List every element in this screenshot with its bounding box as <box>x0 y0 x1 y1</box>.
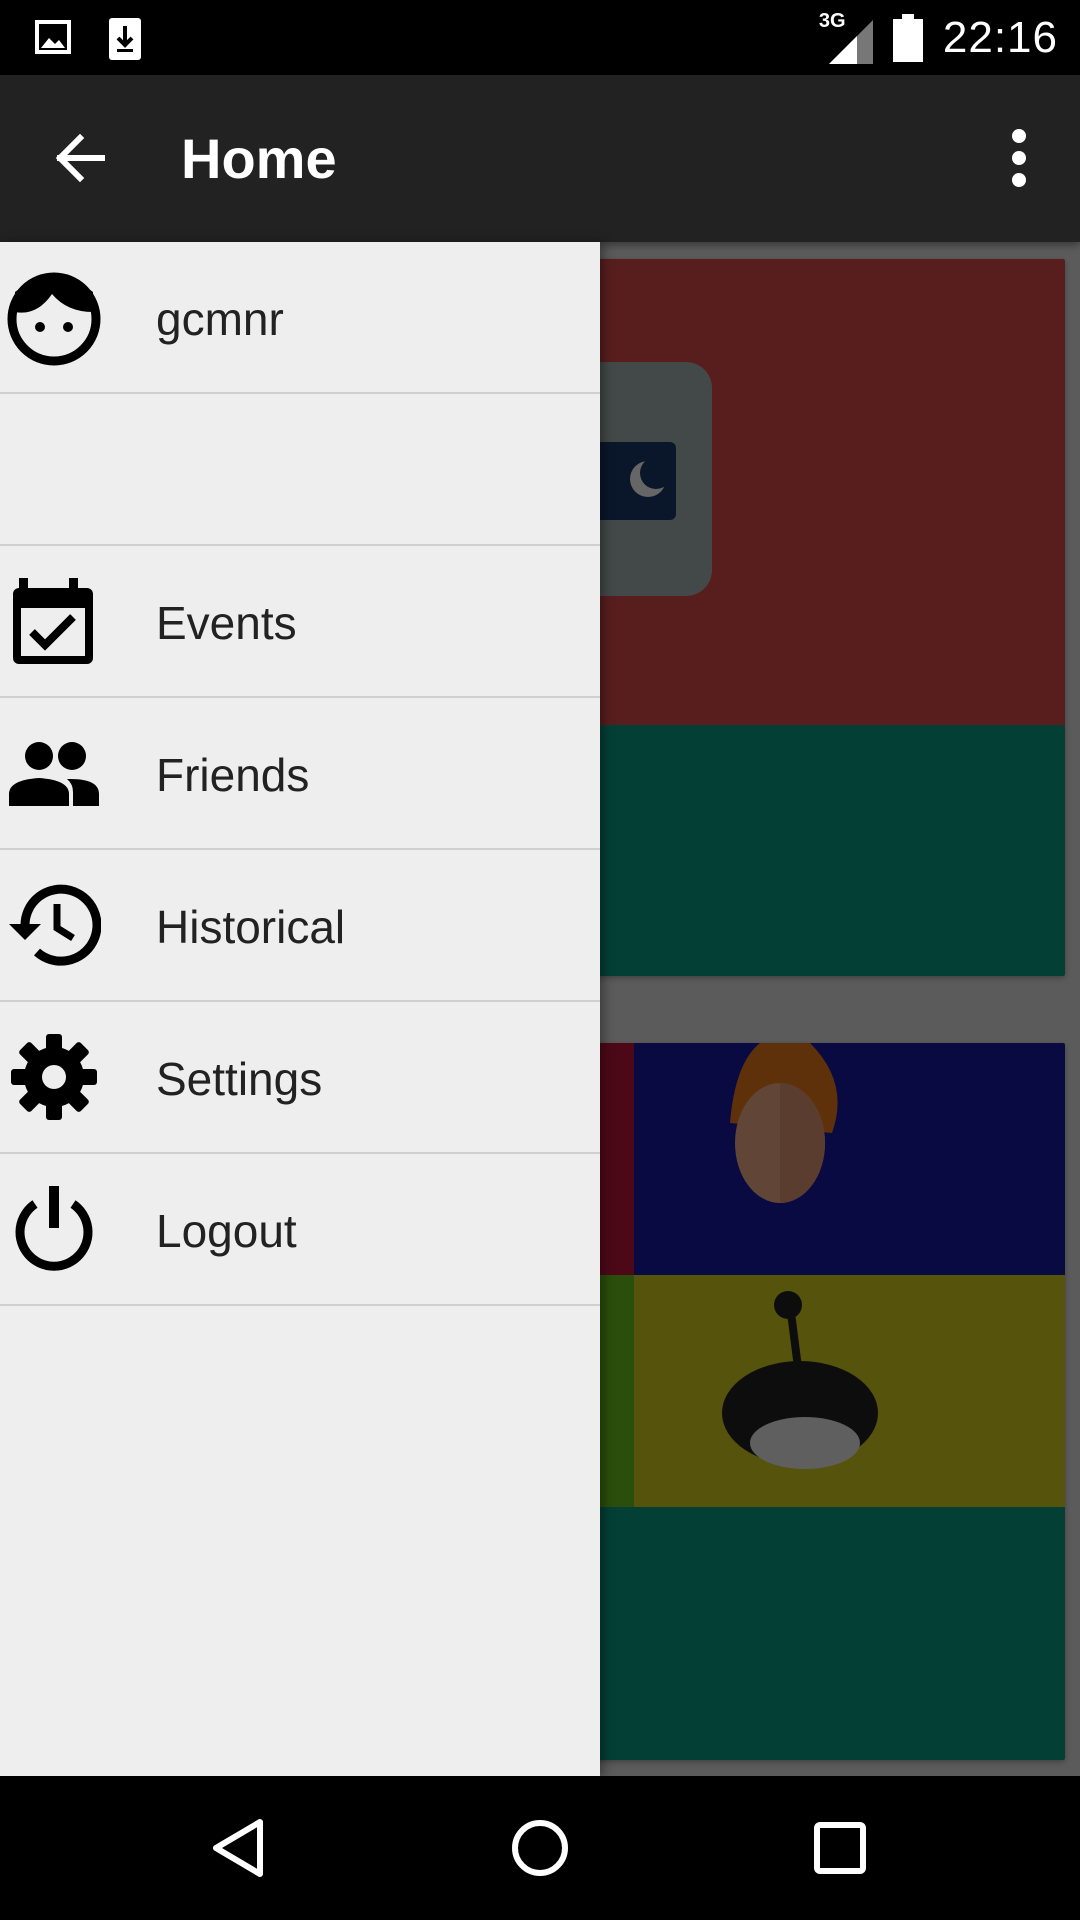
download-icon <box>109 18 141 60</box>
drawer-item-label: Logout <box>156 1205 297 1257</box>
drawer-item-logout[interactable]: Logout <box>0 1154 600 1306</box>
drawer-item-events[interactable]: Events <box>0 546 600 698</box>
gear-icon <box>11 1034 97 1120</box>
navigation-drawer: gcmnr Events Friends Historical Settings… <box>0 242 600 1776</box>
clock: 22:16 <box>942 13 1058 62</box>
page-title: Home <box>181 127 337 190</box>
drawer-item-historical[interactable]: Historical <box>0 850 600 1002</box>
nav-back-icon[interactable] <box>208 1816 272 1880</box>
drawer-item-label: Friends <box>156 749 310 801</box>
arrow-left-icon[interactable] <box>50 127 112 189</box>
image-icon <box>35 20 71 54</box>
drawer-item-friends[interactable]: Friends <box>0 698 600 850</box>
status-bar: 3G 22:16 <box>0 0 1080 75</box>
drawer-item-label: Events <box>156 597 297 649</box>
drawer-item-settings[interactable]: Settings <box>0 1002 600 1154</box>
more-vert-icon[interactable] <box>988 127 1050 189</box>
profile-username: gcmnr <box>156 293 284 345</box>
face-icon <box>7 272 101 366</box>
network-signal-icon: 3G <box>819 10 873 64</box>
drawer-item-label: Settings <box>156 1053 323 1105</box>
nav-recents-icon[interactable] <box>808 1816 872 1880</box>
people-icon <box>9 742 99 806</box>
history-icon <box>9 884 101 966</box>
calendar-check-icon <box>13 578 93 664</box>
drawer-spacer <box>0 394 600 546</box>
drawer-item-label: Historical <box>156 901 346 953</box>
system-navigation-bar <box>0 1776 1080 1920</box>
battery-icon <box>892 14 923 62</box>
drawer-profile[interactable]: gcmnr <box>0 242 600 394</box>
app-bar: Home <box>0 75 1080 242</box>
power-icon <box>15 1186 93 1271</box>
nav-home-icon[interactable] <box>508 1816 572 1880</box>
